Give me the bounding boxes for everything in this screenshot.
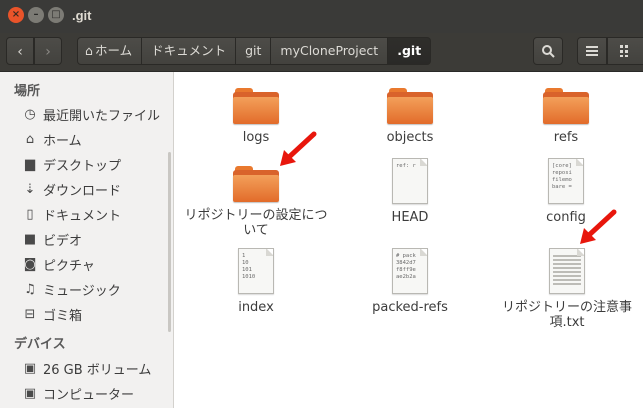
file-name: リポジトリーの注意事項.txt xyxy=(501,300,632,330)
file-name: refs xyxy=(553,130,579,145)
file-name: リポジトリーの設定について xyxy=(184,208,328,238)
trash-icon: ⊟ xyxy=(24,306,36,322)
annotation-arrow-icon xyxy=(580,209,617,244)
file-item-repo-settings[interactable]: リポジトリーの設定について xyxy=(184,166,328,238)
sidebar-header-places: 場所 xyxy=(14,84,41,99)
breadcrumb-documents[interactable]: ドキュメント xyxy=(142,37,237,65)
file-preview-line: ae2b2a xyxy=(396,274,416,280)
sidebar-item-videos[interactable]: ■ ビデオ xyxy=(22,228,82,250)
home-icon: ⌂ xyxy=(25,131,35,147)
breadcrumb: ⌂ ホーム ドキュメント git myCloneProject .git xyxy=(77,37,432,65)
video-icon: ■ xyxy=(23,231,37,247)
sidebar-item-recent[interactable]: ◷ 最近開いたファイル xyxy=(22,103,160,125)
sidebar-item-label: ピクチャ xyxy=(43,258,95,274)
toolbar: ‹ › ⌂ ホーム ドキュメント git myCloneProject .git xyxy=(0,33,643,72)
grid-icon xyxy=(619,45,628,57)
back-button[interactable]: ‹ xyxy=(6,37,34,65)
document-icon xyxy=(549,248,585,294)
title-bar: × – □ .git xyxy=(0,0,643,33)
sidebar-item-label: ミュージック xyxy=(43,283,121,299)
sidebar-item-volume[interactable]: ▣ 26 GB ボリューム xyxy=(22,357,152,379)
sidebar-item-label: ゴミ箱 xyxy=(43,308,83,324)
sidebar: 場所 ◷ 最近開いたファイル ⌂ ホーム ▆ デスクトップ ⇣ ダウンロード ▯… xyxy=(0,72,174,408)
file-preview-line: 3842d7 xyxy=(396,260,416,266)
annotation-arrow-icon xyxy=(280,131,317,166)
window-title: .git xyxy=(72,8,92,23)
drive-icon: ▣ xyxy=(23,360,37,376)
sidebar-scrollbar[interactable] xyxy=(168,152,171,332)
file-name: objects xyxy=(386,130,434,145)
sidebar-item-downloads[interactable]: ⇣ ダウンロード xyxy=(22,178,121,200)
sidebar-item-computer[interactable]: ▣ コンピューター xyxy=(22,382,134,404)
sidebar-item-label: ホーム xyxy=(43,133,82,149)
desktop-icon: ▆ xyxy=(25,156,35,172)
list-view-button[interactable] xyxy=(577,37,607,65)
sidebar-item-label: 26 GB ボリューム xyxy=(43,362,152,378)
minimize-button[interactable]: – xyxy=(28,7,44,23)
file-preview-line: filemo xyxy=(552,177,572,183)
file-name: index xyxy=(238,300,274,315)
sidebar-item-music[interactable]: ♫ ミュージック xyxy=(22,278,121,300)
file-item-packed-refs[interactable]: # pack 3842d7 f8ff9e ae2b2a packed-refs xyxy=(360,248,460,315)
folder-icon xyxy=(233,166,279,202)
breadcrumb-git[interactable]: git xyxy=(236,37,272,65)
text-file-icon: [core] reposi filemo bare = xyxy=(548,158,584,204)
file-preview-line: 10 xyxy=(242,260,249,266)
file-name: HEAD xyxy=(391,210,429,225)
breadcrumb-project[interactable]: myCloneProject xyxy=(271,37,389,65)
sidebar-item-label: コンピューター xyxy=(43,387,135,403)
search-icon xyxy=(542,45,555,58)
sidebar-item-label: ビデオ xyxy=(43,233,83,249)
file-preview-line: 1010 xyxy=(242,274,256,280)
text-file-icon: # pack 3842d7 f8ff9e ae2b2a xyxy=(392,248,428,294)
breadcrumb-current[interactable]: .git xyxy=(388,37,432,65)
close-button[interactable]: × xyxy=(8,7,24,23)
maximize-button[interactable]: □ xyxy=(48,7,64,23)
file-preview-line: f8ff9e xyxy=(396,267,416,273)
breadcrumb-home[interactable]: ⌂ ホーム xyxy=(77,37,143,65)
sidebar-item-documents[interactable]: ▯ ドキュメント xyxy=(22,203,121,225)
folder-icon xyxy=(387,88,433,124)
forward-button[interactable]: › xyxy=(34,37,62,65)
text-file-icon: ref: r xyxy=(392,158,428,204)
download-icon: ⇣ xyxy=(24,181,36,197)
sidebar-header-devices: デバイス xyxy=(14,337,66,352)
file-preview-line: reposi xyxy=(552,170,572,176)
text-file-icon: 1 10 101 1010 xyxy=(238,248,274,294)
list-icon xyxy=(586,46,598,56)
file-item-head[interactable]: ref: r HEAD xyxy=(364,158,456,225)
folder-icon xyxy=(233,88,279,124)
file-preview-line: 101 xyxy=(242,267,252,273)
sidebar-item-home[interactable]: ⌂ ホーム xyxy=(22,128,82,150)
computer-icon: ▣ xyxy=(23,385,37,401)
sidebar-item-label: ダウンロード xyxy=(43,183,122,199)
sidebar-item-trash[interactable]: ⊟ ゴミ箱 xyxy=(22,303,82,325)
sidebar-item-label: ドキュメント xyxy=(43,208,122,224)
search-button[interactable] xyxy=(533,37,563,65)
home-icon: ⌂ xyxy=(85,43,93,58)
sidebar-item-pictures[interactable]: ◙ ピクチャ xyxy=(22,253,95,275)
folder-icon xyxy=(543,88,589,124)
sidebar-item-desktop[interactable]: ▆ デスクトップ xyxy=(22,153,121,175)
sidebar-item-label: デスクトップ xyxy=(43,158,122,174)
file-item-objects[interactable]: objects xyxy=(364,88,456,145)
music-icon: ♫ xyxy=(24,281,36,297)
document-icon: ▯ xyxy=(26,206,34,222)
grid-view-button[interactable] xyxy=(607,37,643,65)
file-name: packed-refs xyxy=(372,300,448,315)
camera-icon: ◙ xyxy=(23,256,37,272)
sidebar-item-label: 最近開いたファイル xyxy=(43,108,161,124)
file-item-index[interactable]: 1 10 101 1010 index xyxy=(210,248,302,315)
file-item-notes-txt[interactable]: リポジトリーの注意事項.txt xyxy=(496,248,638,330)
clock-icon: ◷ xyxy=(24,106,36,122)
file-item-refs[interactable]: refs xyxy=(520,88,612,145)
file-view: logs objects refs リポジトリーの設定について ref: r H… xyxy=(174,72,643,408)
breadcrumb-label: ホーム xyxy=(94,43,133,58)
file-preview-line: bare = xyxy=(552,184,572,190)
